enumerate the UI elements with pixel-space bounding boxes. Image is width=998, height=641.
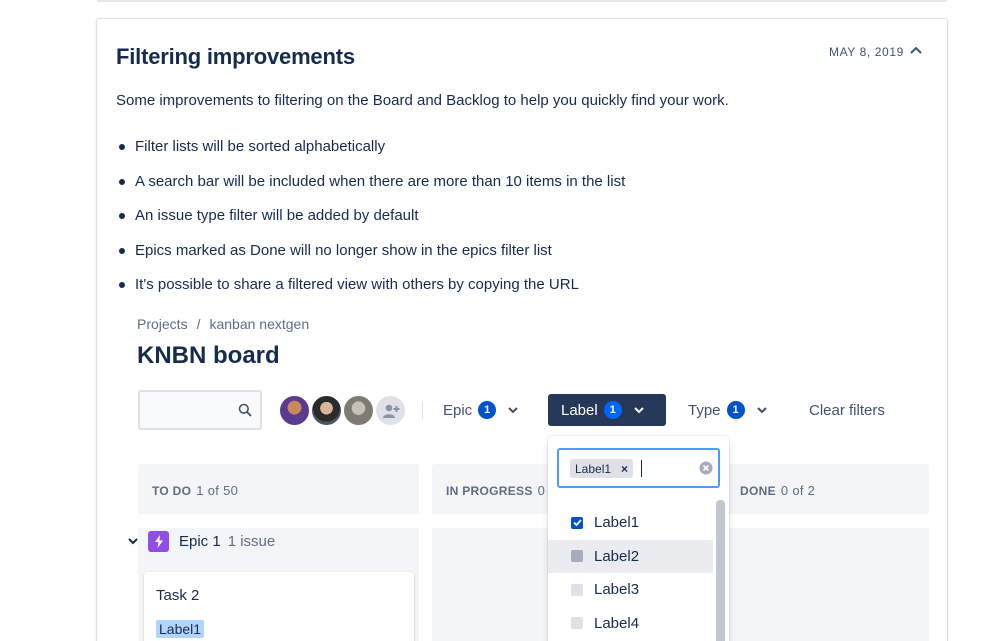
clear-icon: [699, 461, 713, 475]
checkbox-icon[interactable]: [571, 550, 583, 563]
issue-title: Task 2: [156, 587, 200, 604]
label-option-text: Label3: [594, 581, 640, 599]
label-option[interactable]: Label1: [548, 506, 729, 540]
label-option-text: Label4: [594, 614, 640, 632]
epic-filter-count: 1: [478, 401, 497, 419]
avatar[interactable]: [310, 394, 343, 427]
add-people-button[interactable]: [374, 394, 407, 427]
bullet-item: Filter lists will be sorted alphabetical…: [116, 137, 625, 172]
column-count: 0 of 2: [780, 483, 816, 498]
remove-chip-button[interactable]: ×: [621, 462, 628, 476]
label-option[interactable]: Label2: [548, 539, 713, 573]
checkbox-icon[interactable]: [571, 583, 583, 596]
text-caret: [641, 460, 642, 477]
label-filter-count: 1: [603, 401, 622, 419]
collapse-button[interactable]: [907, 41, 925, 59]
column-header: DONE 0 of 2: [740, 483, 815, 498]
breadcrumb-projects[interactable]: Projects: [137, 316, 188, 332]
lightning-icon: [148, 530, 169, 552]
breadcrumb-project[interactable]: kanban nextgen: [209, 316, 309, 332]
avatar[interactable]: [342, 394, 375, 427]
chip-label: Label1: [575, 461, 612, 476]
clear-selection-button[interactable]: [699, 461, 713, 480]
release-note-bullets: Filter lists will be sorted alphabetical…: [116, 137, 625, 310]
chevron-down-icon[interactable]: [126, 537, 140, 545]
epic-swimlane-header[interactable]: Epic 1 1 issue: [126, 530, 275, 552]
release-note-date: MAY 8, 2019: [829, 45, 904, 59]
board-search-input[interactable]: [138, 390, 262, 430]
label-options-list: Label1 Label2 Label3 Label4: [548, 506, 729, 640]
breadcrumb: Projects / kanban nextgen: [137, 316, 309, 332]
column-name: DONE: [740, 484, 776, 498]
column-name: TO DO: [152, 484, 192, 498]
release-note-intro: Some improvements to filtering on the Bo…: [116, 92, 729, 109]
bullet-item: Epics marked as Done will no longer show…: [116, 241, 625, 276]
toolbar-divider: [422, 401, 423, 419]
column-header: TO DO 1 of 50: [152, 483, 238, 498]
checkbox-icon[interactable]: [571, 617, 583, 630]
type-filter-button[interactable]: Type 1: [680, 394, 775, 426]
column-name: IN PROGRESS: [446, 484, 533, 498]
label-option[interactable]: Label4: [548, 607, 729, 641]
label-option-text: Label2: [594, 547, 640, 565]
type-filter-count: 1: [726, 401, 745, 419]
label-search-input[interactable]: Label1 ×: [557, 448, 720, 488]
label-option[interactable]: Label3: [548, 573, 729, 607]
type-filter-label: Type: [688, 401, 721, 419]
chevron-down-icon: [508, 406, 518, 414]
epic-issue-count: 1 issue: [227, 532, 276, 550]
label-filter-label: Label: [561, 401, 598, 419]
swimlane-gap: [138, 514, 929, 528]
label-filter-dropdown: Label1 × Label1 Label2 Label3 Label4: [548, 436, 729, 641]
chevron-up-icon: [910, 46, 922, 54]
top-divider: [97, 0, 947, 2]
label-filter-button[interactable]: Label 1: [548, 394, 666, 426]
search-icon: [238, 403, 252, 417]
label-option-text: Label1: [594, 514, 640, 532]
epic-filter-button[interactable]: Epic 1: [435, 394, 526, 426]
add-user-icon: [382, 404, 399, 418]
chevron-down-icon: [633, 406, 644, 414]
column-count: 1 of 50: [196, 483, 239, 498]
column-done: DONE 0 of 2: [726, 464, 929, 641]
release-note-title: Filtering improvements: [116, 44, 355, 69]
selected-label-chip: Label1 ×: [570, 459, 634, 478]
issue-label: Label1: [156, 620, 205, 638]
epic-filter-label: Epic: [443, 401, 473, 419]
breadcrumb-separator: /: [196, 316, 201, 332]
bullet-item: It's possible to share a filtered view w…: [116, 275, 625, 310]
chevron-down-icon: [756, 406, 767, 414]
avatar[interactable]: [278, 394, 311, 427]
clear-filters-button[interactable]: Clear filters: [809, 402, 885, 419]
epic-name: Epic 1: [179, 532, 221, 550]
bullet-item: A search bar will be included when there…: [116, 172, 625, 207]
column-header: IN PROGRESS 0: [446, 483, 545, 498]
issue-card[interactable]: Task 2 Label1: [144, 572, 414, 641]
bullet-item: An issue type filter will be added by de…: [116, 206, 625, 241]
checkbox-checked-icon[interactable]: [571, 516, 583, 529]
column-count: 0: [537, 483, 546, 498]
board-title: KNBN board: [137, 342, 280, 369]
